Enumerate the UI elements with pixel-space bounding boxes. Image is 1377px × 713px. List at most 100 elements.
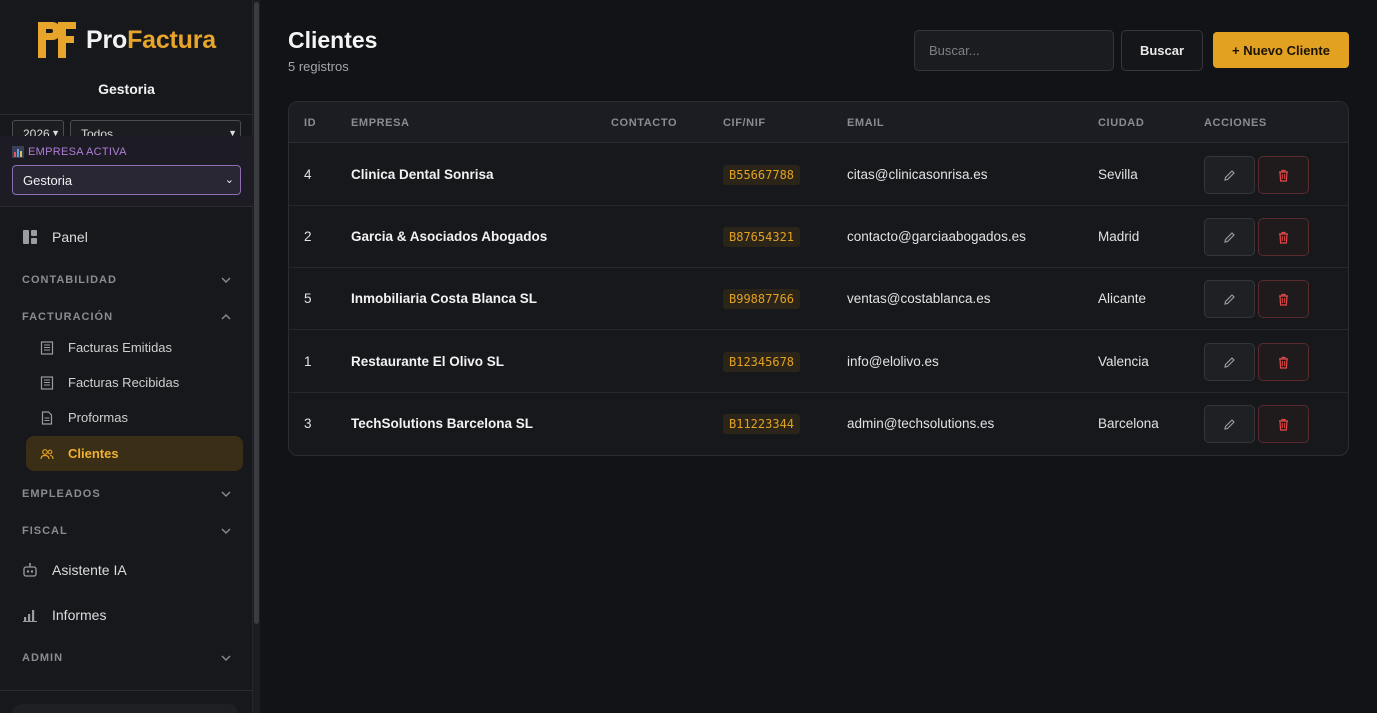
trash-icon: [1279, 418, 1288, 431]
column-header-ciudad[interactable]: CIUDAD: [1098, 117, 1144, 129]
sidebar-scrollbar[interactable]: [253, 0, 260, 713]
logo-mark-icon: [38, 22, 76, 58]
year-select[interactable]: 2026 ▼: [12, 120, 64, 136]
pencil-icon: [1224, 231, 1235, 243]
sidebar-divider: [0, 690, 253, 691]
cell-ciudad: Valencia: [1098, 354, 1149, 369]
pencil-icon: [1224, 356, 1235, 368]
chevron-down-icon: [221, 655, 231, 661]
section-contabilidad[interactable]: CONTABILIDAD: [22, 274, 231, 286]
period-select[interactable]: Todos ▼: [70, 120, 241, 136]
edit-button[interactable]: [1204, 280, 1255, 318]
logo-text-pro: Pro: [86, 25, 128, 54]
column-header-acciones: ACCIONES: [1204, 117, 1267, 129]
sidebar-item-proformas[interactable]: Proformas: [26, 400, 243, 435]
dashboard-icon: [23, 230, 37, 244]
cell-id: 5: [304, 291, 312, 306]
search-button[interactable]: Buscar: [1121, 30, 1203, 71]
table-row[interactable]: 2 Garcia & Asociados Abogados B87654321 …: [289, 206, 1348, 268]
empresa-select[interactable]: Gestoria ⌄: [12, 165, 241, 195]
logo-text-factura: Factura: [127, 25, 216, 54]
edit-button[interactable]: [1204, 218, 1255, 256]
delete-button[interactable]: [1258, 343, 1309, 381]
cell-ciudad: Sevilla: [1098, 167, 1138, 182]
trash-icon: [1279, 356, 1288, 369]
logo[interactable]: ProFactura: [36, 20, 216, 60]
chevron-down-icon: ⌄: [224, 174, 234, 186]
robot-icon: [23, 563, 37, 577]
column-header-empresa[interactable]: EMPRESA: [351, 117, 410, 129]
delete-button[interactable]: [1258, 218, 1309, 256]
cell-cif-badge: B12345678: [723, 352, 801, 372]
bar-chart-icon: [12, 146, 24, 158]
table-row[interactable]: 3 TechSolutions Barcelona SL B11223344 a…: [289, 393, 1348, 455]
column-header-email[interactable]: EMAIL: [847, 117, 884, 129]
trash-icon: [1279, 293, 1288, 306]
chevron-up-icon: [221, 314, 231, 320]
section-facturacion[interactable]: FACTURACIÓN: [22, 311, 231, 323]
table-row[interactable]: 5 Inmobiliaria Costa Blanca SL B99887766…: [289, 268, 1348, 330]
section-facturacion-label: FACTURACIÓN: [22, 311, 114, 323]
column-header-id[interactable]: ID: [304, 117, 316, 129]
pencil-icon: [1224, 418, 1235, 430]
delete-button[interactable]: [1258, 280, 1309, 318]
nav-panel[interactable]: Panel: [22, 229, 88, 245]
cell-ciudad: Barcelona: [1098, 416, 1159, 431]
pencil-icon: [1224, 169, 1235, 181]
sidebar-footer: [12, 704, 238, 713]
search-input[interactable]: [914, 30, 1114, 71]
period-select-value: Todos: [81, 127, 114, 136]
org-name: Gestoria: [98, 81, 155, 97]
section-fiscal[interactable]: FISCAL: [22, 525, 231, 537]
cell-email: ventas@costablanca.es: [847, 291, 991, 306]
cell-empresa: Inmobiliaria Costa Blanca SL: [351, 291, 538, 306]
chevron-down-icon: [221, 277, 231, 283]
sidebar-divider: [0, 114, 253, 115]
pencil-icon: [1224, 293, 1235, 305]
chevron-down-icon: [221, 528, 231, 534]
column-header-contacto[interactable]: CONTACTO: [611, 117, 677, 129]
cell-id: 2: [304, 229, 312, 244]
nav-asistente-ia[interactable]: Asistente IA: [22, 562, 127, 578]
sidebar-item-facturas-emitidas[interactable]: Facturas Emitidas: [26, 330, 243, 365]
cell-cif-badge: B55667788: [723, 165, 801, 185]
cell-empresa: Clinica Dental Sonrisa: [351, 167, 494, 182]
table-header: ID EMPRESA CONTACTO CIF/NIF EMAIL CIUDAD…: [289, 102, 1348, 143]
year-select-value: 2026: [23, 127, 50, 136]
cell-ciudad: Madrid: [1098, 229, 1140, 244]
sidebar-item-label: Proformas: [68, 410, 128, 425]
sidebar-item-label: Facturas Recibidas: [68, 375, 180, 390]
edit-button[interactable]: [1204, 405, 1255, 443]
page-title: Clientes: [288, 27, 378, 53]
new-client-button[interactable]: + Nuevo Cliente: [1213, 32, 1349, 68]
cell-id: 1: [304, 354, 312, 369]
sidebar-item-label: Clientes: [68, 446, 119, 461]
nav-asistente-ia-label: Asistente IA: [52, 562, 127, 578]
section-empleados[interactable]: EMPLEADOS: [22, 488, 231, 500]
cell-email: admin@techsolutions.es: [847, 416, 995, 431]
empresa-activa-panel: EMPRESA ACTIVA Gestoria ⌄: [0, 136, 253, 206]
filter-selects: 2026 ▼ Todos ▼: [12, 120, 241, 136]
sidebar-item-clientes[interactable]: Clientes: [26, 436, 243, 471]
nav-panel-label: Panel: [52, 229, 88, 245]
clients-table: ID EMPRESA CONTACTO CIF/NIF EMAIL CIUDAD…: [288, 101, 1349, 456]
nav-informes[interactable]: Informes: [22, 607, 106, 623]
bar-chart-icon: [23, 610, 37, 622]
trash-icon: [1279, 169, 1288, 182]
edit-button[interactable]: [1204, 343, 1255, 381]
section-empleados-label: EMPLEADOS: [22, 488, 101, 500]
table-row[interactable]: 4 Clinica Dental Sonrisa B55667788 citas…: [289, 144, 1348, 206]
chevron-down-icon: ▼: [51, 128, 60, 136]
section-admin[interactable]: ADMIN: [22, 652, 231, 664]
nav-informes-label: Informes: [52, 607, 107, 623]
column-header-cif[interactable]: CIF/NIF: [723, 117, 766, 129]
delete-button[interactable]: [1258, 156, 1309, 194]
record-count: 5 registros: [288, 59, 349, 74]
sidebar-item-facturas-recibidas[interactable]: Facturas Recibidas: [26, 365, 243, 400]
scrollbar-thumb[interactable]: [254, 2, 259, 624]
delete-button[interactable]: [1258, 405, 1309, 443]
table-row[interactable]: 1 Restaurante El Olivo SL B12345678 info…: [289, 331, 1348, 393]
trash-icon: [1279, 231, 1288, 244]
sidebar: ProFactura Gestoria 2026 ▼ Todos ▼ EMPRE…: [0, 0, 253, 713]
edit-button[interactable]: [1204, 156, 1255, 194]
